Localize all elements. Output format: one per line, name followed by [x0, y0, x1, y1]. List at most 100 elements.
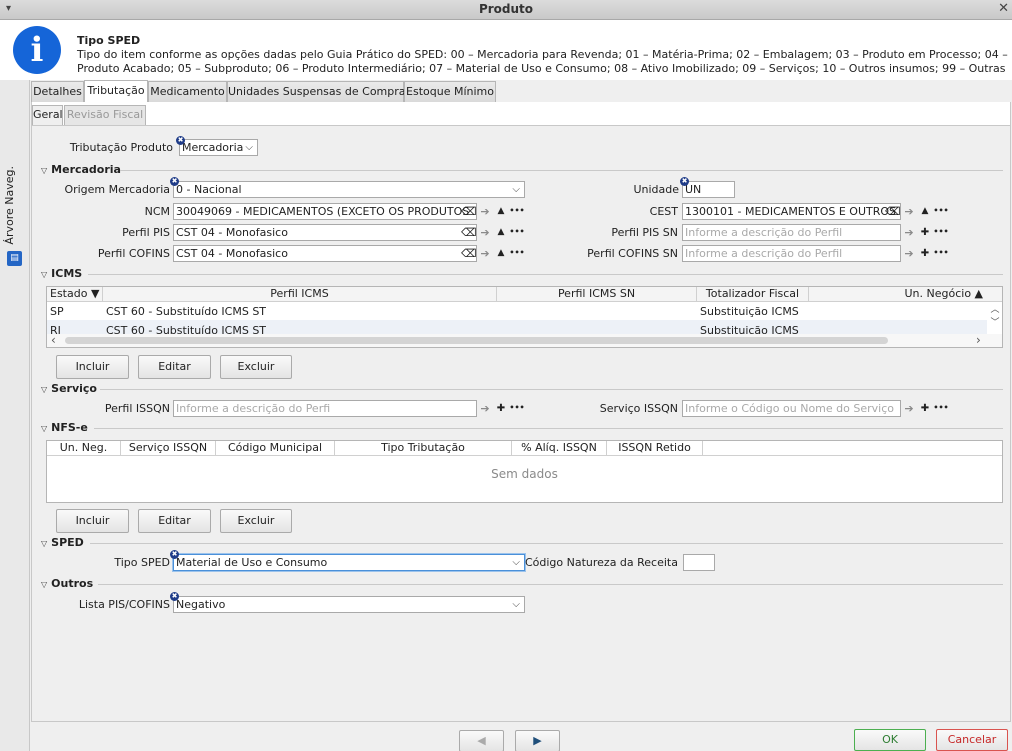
info-title: Tipo SPED — [77, 34, 141, 47]
tab-medicamento[interactable]: Medicamento — [148, 81, 227, 102]
ncm-field[interactable]: 30049069 - MEDICAMENTOS (EXCETO OS PRODU… — [173, 203, 477, 220]
section-icms[interactable]: ▽ ICMS — [41, 267, 82, 280]
cest-field[interactable]: 1300101 - MEDICAMENTOS E OUTROS — [682, 203, 901, 220]
column-header[interactable]: Código Municipal — [216, 441, 335, 456]
vertical-scrollbar[interactable]: ︿ ﹀ — [988, 302, 1002, 333]
section-servico[interactable]: ▽ Serviço — [41, 382, 97, 395]
go-icon[interactable]: ➔ — [478, 204, 492, 219]
clear-icon[interactable]: ⌫ — [461, 246, 477, 261]
tributacao-produto-select[interactable]: Mercadoria ⌵ — [179, 139, 258, 156]
tab-estoque-minimo[interactable]: Estoque Mínimo — [404, 81, 496, 102]
nfse-table[interactable]: Un. Neg. Serviço ISSQN Código Municipal … — [46, 440, 1003, 503]
info-panel: i Tipo SPED Tipo do item conforme as opç… — [0, 20, 1012, 80]
window-title: Produto — [478, 2, 534, 16]
column-header[interactable]: Serviço ISSQN — [121, 441, 216, 456]
clear-icon[interactable]: ⌫ — [885, 204, 901, 219]
go-icon[interactable]: ➔ — [902, 401, 916, 416]
scroll-up-icon[interactable]: ︿ — [988, 302, 1002, 315]
tab-tributacao[interactable]: Tributação — [84, 80, 148, 102]
plus-icon[interactable]: ✚ — [918, 246, 932, 261]
subtab-revisao-fiscal[interactable]: Revisão Fiscal — [64, 105, 146, 125]
ok-button[interactable]: OK — [854, 729, 926, 751]
column-header[interactable]: Tipo Tributação — [335, 441, 512, 456]
codigo-natureza-field[interactable] — [683, 554, 715, 571]
go-icon[interactable]: ➔ — [902, 204, 916, 219]
icms-incluir-button[interactable]: Incluir — [56, 355, 129, 379]
up-icon[interactable]: ▲ — [918, 204, 932, 219]
collapse-icon: ▽ — [41, 385, 48, 394]
info-description: Tipo do item conforme as opções dadas pe… — [77, 48, 1008, 75]
more-icon[interactable]: ••• — [509, 224, 525, 239]
icms-table[interactable]: Estado ▼ Perfil ICMS Perfil ICMS SN Tota… — [46, 286, 1003, 348]
subtab-geral[interactable]: Geral — [32, 105, 63, 125]
section-nfse[interactable]: ▽ NFS-e — [41, 421, 88, 434]
horizontal-scrollbar[interactable]: ‹ › — [47, 333, 1002, 347]
nfse-incluir-button[interactable]: Incluir — [56, 509, 129, 533]
more-icon[interactable]: ••• — [933, 245, 949, 260]
more-icon[interactable]: ••• — [509, 245, 525, 260]
navigation-tree-strip[interactable]: Árvore Naveg. ▤ — [0, 80, 30, 751]
icms-excluir-button[interactable]: Excluir — [220, 355, 292, 379]
tree-icon[interactable]: ▤ — [7, 251, 22, 266]
section-mercadoria[interactable]: ▽ Mercadoria — [41, 163, 121, 176]
tipo-sped-select[interactable]: Material de Uso e Consumo ⌵ — [173, 554, 525, 571]
table-row[interactable]: RJ CST 60 - Substituído ICMS ST Substitu… — [47, 320, 987, 334]
column-header[interactable]: Estado ▼ — [47, 287, 103, 302]
column-header[interactable]: ISSQN Retido — [607, 441, 703, 456]
navigation-tree-label[interactable]: Árvore Naveg. — [3, 166, 16, 245]
perfil-cofins-label: Perfil COFINS — [97, 247, 170, 260]
clear-icon[interactable]: ⌫ — [461, 225, 477, 240]
scroll-left-icon[interactable]: ‹ — [51, 333, 56, 347]
scrollbar-thumb[interactable] — [65, 337, 888, 344]
column-header[interactable]: Perfil ICMS — [103, 287, 497, 302]
go-icon[interactable]: ➔ — [902, 225, 916, 240]
section-outros[interactable]: ▽ Outros — [41, 577, 93, 590]
column-header[interactable]: % Alíq. ISSQN — [512, 441, 607, 456]
perfil-pis-label: Perfil PIS — [122, 226, 170, 239]
perfil-pis-field[interactable]: CST 04 - Monofasico — [173, 224, 477, 241]
plus-icon[interactable]: ✚ — [918, 225, 932, 240]
clear-icon[interactable]: ⌫ — [461, 204, 477, 219]
perfil-cofins-field[interactable]: CST 04 - Monofasico — [173, 245, 477, 262]
more-icon[interactable]: ••• — [933, 203, 949, 218]
close-icon[interactable]: ✕ — [998, 1, 1009, 16]
more-icon[interactable]: ••• — [509, 400, 525, 415]
column-header[interactable]: Perfil ICMS SN — [497, 287, 697, 302]
icms-editar-button[interactable]: Editar — [138, 355, 211, 379]
up-icon[interactable]: ▲ — [494, 225, 508, 240]
lista-pis-cofins-select[interactable]: Negativo ⌵ — [173, 596, 525, 613]
column-header[interactable]: Un. Neg. — [47, 441, 121, 456]
perfil-pis-sn-field[interactable]: Informe a descrição do Perfil — [682, 224, 901, 241]
more-icon[interactable]: ••• — [509, 203, 525, 218]
next-button[interactable]: ▶ — [515, 730, 560, 751]
section-sped[interactable]: ▽ SPED — [41, 536, 84, 549]
go-icon[interactable]: ➔ — [478, 225, 492, 240]
servico-issqn-field[interactable]: Informe o Código ou Nome do Serviço — [682, 400, 901, 417]
column-header[interactable]: Un. Negócio ▲ — [809, 287, 987, 302]
tab-detalhes[interactable]: Detalhes — [31, 81, 84, 102]
go-icon[interactable]: ➔ — [478, 246, 492, 261]
section-divider — [88, 274, 1003, 275]
nfse-editar-button[interactable]: Editar — [138, 509, 211, 533]
go-icon[interactable]: ➔ — [902, 246, 916, 261]
chevron-down-icon: ⌵ — [512, 184, 520, 195]
column-header[interactable]: Totalizador Fiscal — [697, 287, 809, 302]
scroll-right-icon[interactable]: › — [976, 333, 981, 347]
plus-icon[interactable]: ✚ — [918, 401, 932, 416]
previous-button[interactable]: ◀ — [459, 730, 504, 751]
nfse-excluir-button[interactable]: Excluir — [220, 509, 292, 533]
plus-icon[interactable]: ✚ — [494, 401, 508, 416]
unidade-field[interactable]: UN — [682, 181, 735, 198]
perfil-issqn-field[interactable]: Informe a descrição do Perfi — [173, 400, 477, 417]
more-icon[interactable]: ••• — [933, 400, 949, 415]
table-row[interactable]: SP CST 60 - Substituído ICMS ST Substitu… — [47, 303, 987, 320]
perfil-cofins-sn-field[interactable]: Informe a descrição do Perfil — [682, 245, 901, 262]
cancel-button[interactable]: Cancelar — [936, 729, 1008, 751]
scroll-down-icon[interactable]: ﹀ — [988, 315, 1002, 328]
up-icon[interactable]: ▲ — [494, 204, 508, 219]
up-icon[interactable]: ▲ — [494, 246, 508, 261]
origem-mercadoria-select[interactable]: 0 - Nacional ⌵ — [173, 181, 525, 198]
go-icon[interactable]: ➔ — [478, 401, 492, 416]
more-icon[interactable]: ••• — [933, 224, 949, 239]
tab-unidades-suspensas[interactable]: Unidades Suspensas de Compra — [227, 81, 406, 102]
